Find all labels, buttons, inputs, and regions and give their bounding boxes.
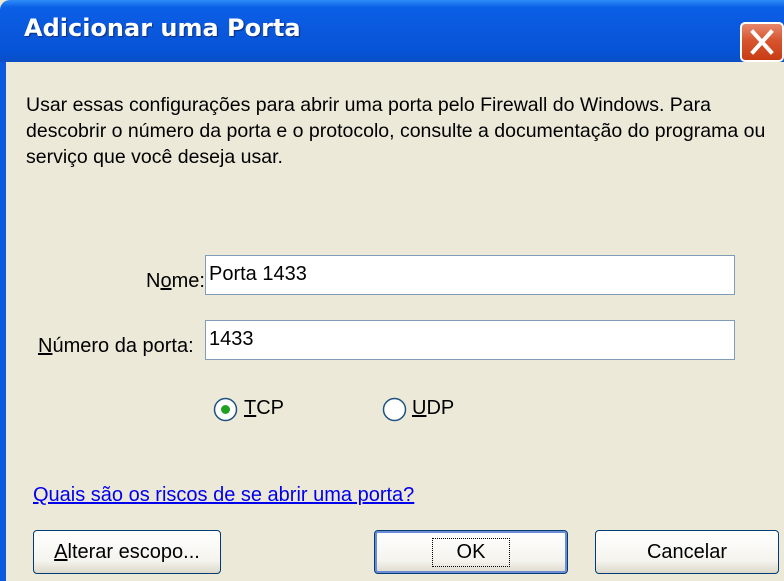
name-label: Nome:	[146, 270, 205, 292]
name-input[interactable]: Porta 1433	[205, 255, 735, 295]
tcp-label[interactable]: TCP	[244, 397, 284, 420]
title-bar[interactable]: Adicionar uma Porta	[0, 0, 784, 62]
udp-label[interactable]: UDP	[412, 397, 454, 420]
window-title: Adicionar uma Porta	[24, 14, 301, 42]
port-risks-link[interactable]: Quais são os riscos de se abrir uma port…	[33, 484, 414, 507]
ok-button[interactable]: OK	[374, 530, 568, 574]
close-icon	[750, 29, 774, 55]
port-number-input[interactable]: 1433	[205, 320, 735, 360]
port-number-label: Número da porta:	[38, 335, 194, 357]
change-scope-button[interactable]: Alterar escopo...	[33, 530, 221, 574]
tcp-radio[interactable]	[213, 397, 238, 422]
description-text: Usar essas configurações para abrir uma …	[26, 94, 766, 168]
cancel-button[interactable]: Cancelar	[595, 530, 779, 574]
close-button[interactable]	[740, 22, 784, 62]
udp-radio[interactable]	[382, 397, 407, 422]
